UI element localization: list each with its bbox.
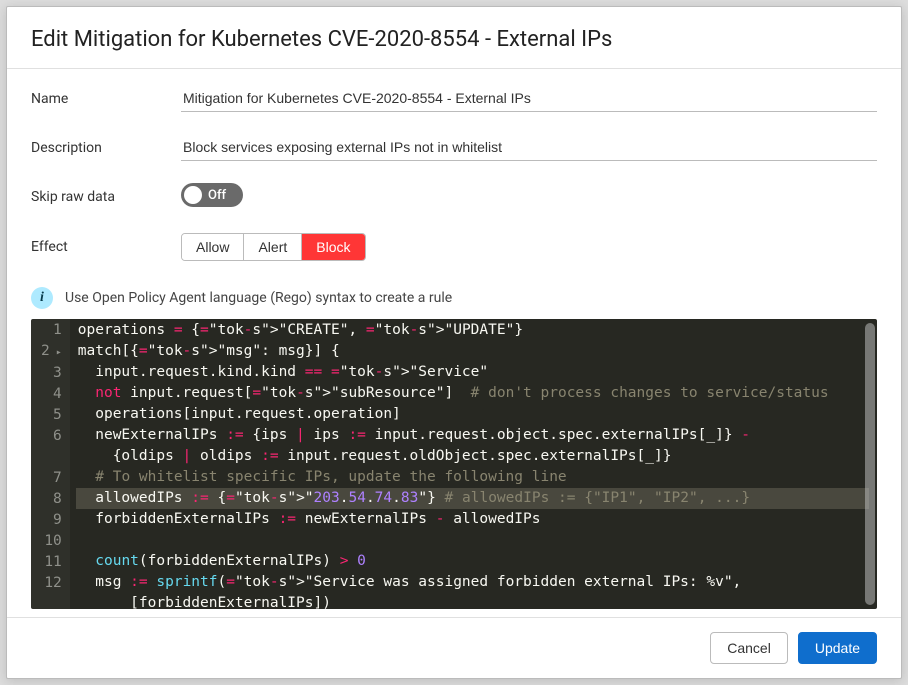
label-effect: Effect <box>31 239 181 255</box>
row-skip-raw: Skip raw data Off <box>31 183 877 211</box>
label-description: Description <box>31 140 181 156</box>
cancel-button[interactable]: Cancel <box>710 632 788 664</box>
label-skip-raw: Skip raw data <box>31 189 181 205</box>
skip-raw-toggle[interactable]: Off <box>181 183 243 207</box>
effect-allow-button[interactable]: Allow <box>182 234 244 260</box>
toggle-state-label: Off <box>208 188 226 203</box>
toggle-knob <box>184 186 202 204</box>
editor-gutter: 12 ▸3456 789101112 <box>31 319 70 609</box>
editor-code[interactable]: operations = {="tok-s">"CREATE", ="tok-s… <box>70 319 877 609</box>
effect-segmented: Allow Alert Block <box>181 233 366 261</box>
modal-footer: Cancel Update <box>7 617 901 678</box>
modal-header: Edit Mitigation for Kubernetes CVE-2020-… <box>7 7 901 69</box>
row-effect: Effect Allow Alert Block <box>31 233 877 261</box>
code-editor-wrap: 12 ▸3456 789101112 operations = {="tok-s… <box>31 319 877 609</box>
name-field[interactable] <box>181 85 877 112</box>
row-name: Name <box>31 85 877 112</box>
update-button[interactable]: Update <box>798 632 877 664</box>
effect-block-button[interactable]: Block <box>302 234 364 260</box>
modal-body: Name Description Skip raw data Off Effec… <box>7 69 901 617</box>
row-description: Description <box>31 134 877 161</box>
info-text: Use Open Policy Agent language (Rego) sy… <box>65 290 452 306</box>
description-field[interactable] <box>181 134 877 161</box>
label-name: Name <box>31 91 181 107</box>
effect-alert-button[interactable]: Alert <box>244 234 302 260</box>
edit-mitigation-modal: Edit Mitigation for Kubernetes CVE-2020-… <box>6 6 902 679</box>
info-icon: i <box>31 287 53 309</box>
page-title: Edit Mitigation for Kubernetes CVE-2020-… <box>31 27 877 52</box>
info-row: i Use Open Policy Agent language (Rego) … <box>31 287 877 309</box>
scrollbar-vertical[interactable] <box>865 323 875 605</box>
code-editor[interactable]: 12 ▸3456 789101112 operations = {="tok-s… <box>31 319 877 609</box>
